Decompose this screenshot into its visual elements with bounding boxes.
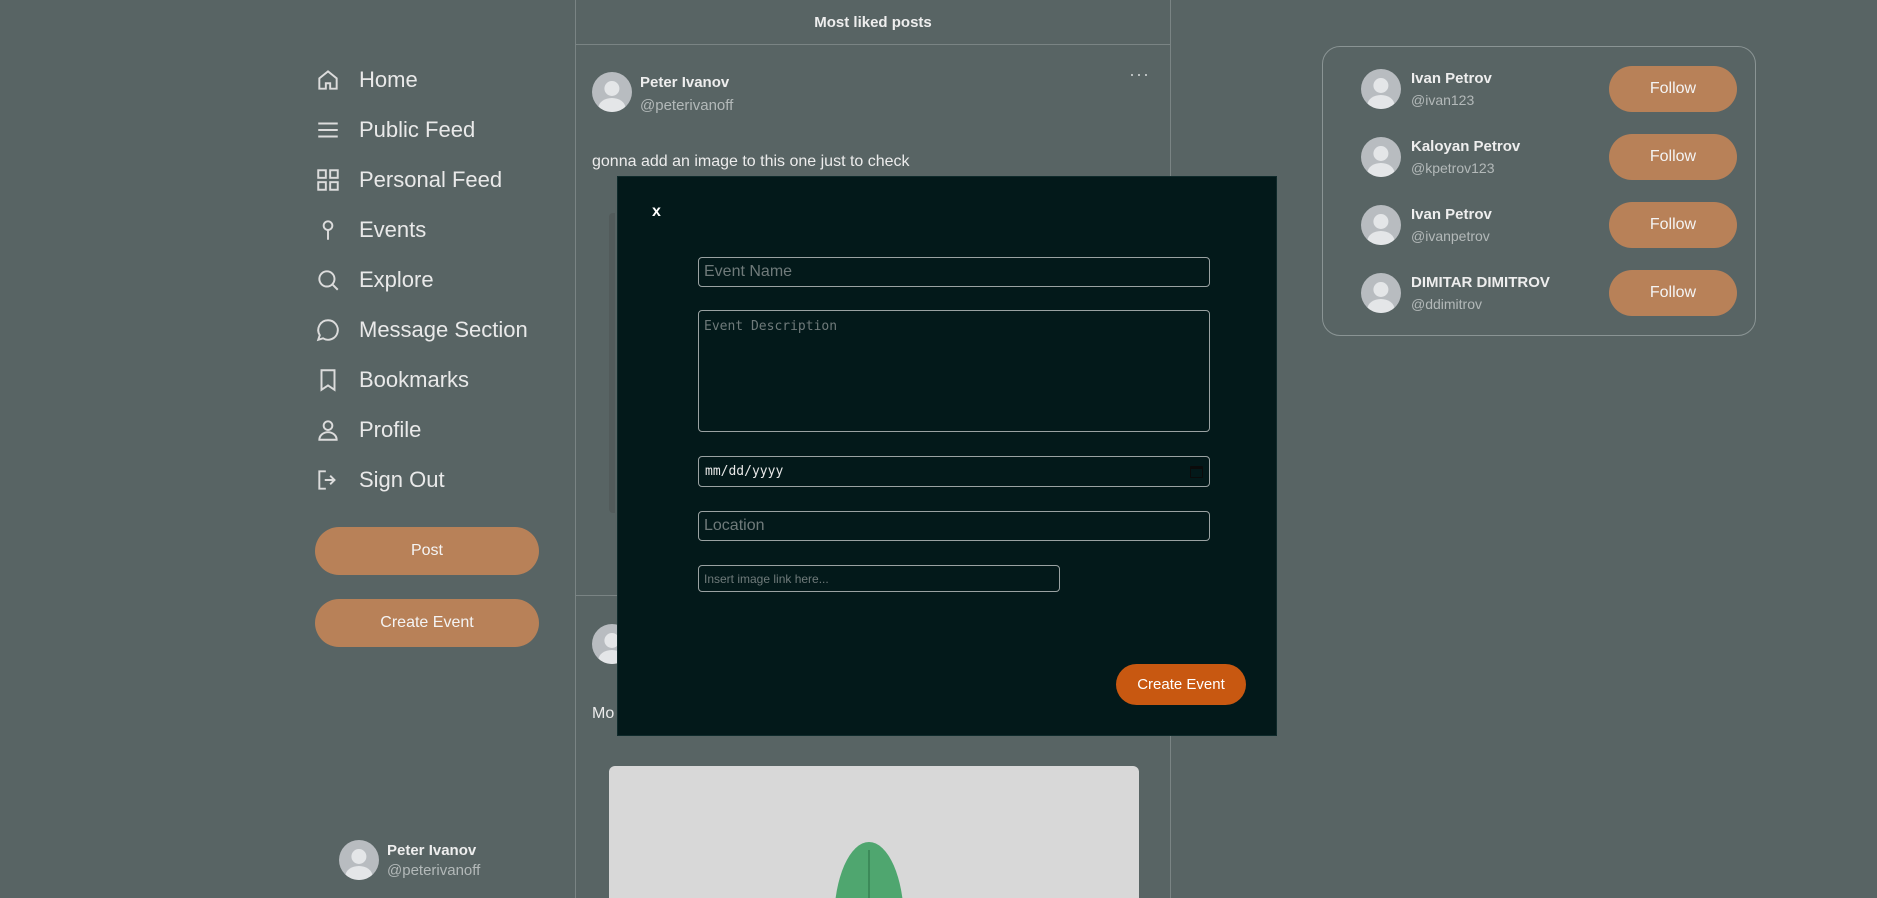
- nav-item-label: Home: [359, 67, 418, 92]
- nav-item-profile[interactable]: Profile: [315, 405, 555, 455]
- post-author-handle: @peterivanoff: [640, 97, 734, 114]
- avatar[interactable]: [1361, 273, 1401, 313]
- avatar[interactable]: [1361, 137, 1401, 177]
- follow-button[interactable]: Follow: [1609, 202, 1737, 248]
- nav-item-bookmarks[interactable]: Bookmarks: [315, 355, 555, 405]
- create-event-modal: x mm/dd/yyyy Create Event: [617, 176, 1277, 736]
- current-user-card[interactable]: Peter Ivanov @peterivanoff: [339, 840, 480, 880]
- pin-icon: [315, 215, 359, 245]
- nav-item-events[interactable]: Events: [315, 205, 555, 255]
- location-input[interactable]: [698, 511, 1210, 541]
- nav-item-explore[interactable]: Explore: [315, 255, 555, 305]
- home-icon: [315, 65, 359, 95]
- follow-button[interactable]: Follow: [1609, 270, 1737, 316]
- suggestion-handle: @ddimitrov: [1411, 296, 1483, 312]
- follow-button[interactable]: Follow: [1609, 134, 1737, 180]
- post-author-name: Peter Ivanov: [640, 74, 730, 91]
- follow-suggestion: Kaloyan Petrov @kpetrov123 Follow: [1361, 134, 1737, 180]
- event-name-input[interactable]: [698, 257, 1210, 287]
- suggestion-name: Ivan Petrov: [1411, 70, 1492, 87]
- event-description-input[interactable]: [698, 310, 1210, 432]
- follow-suggestion: Ivan Petrov @ivan123 Follow: [1361, 66, 1737, 112]
- suggestion-handle: @ivanpetrov: [1411, 228, 1490, 244]
- suggestion-name: Ivan Petrov: [1411, 206, 1492, 223]
- follow-suggestion: DIMITAR DIMITROV @ddimitrov Follow: [1361, 270, 1737, 316]
- post-text: Mo: [592, 705, 615, 722]
- nav-item-label: Personal Feed: [359, 167, 503, 192]
- nav-item-label: Profile: [359, 417, 422, 442]
- avatar: [339, 840, 379, 880]
- nav-item-personal-feed[interactable]: Personal Feed: [315, 155, 555, 205]
- sign-out-icon: [315, 465, 359, 495]
- post-image[interactable]: [609, 213, 615, 513]
- menu-icon: [315, 115, 359, 145]
- post-image[interactable]: [609, 766, 1139, 898]
- post-author[interactable]: Peter Ivanov @peterivanoff: [592, 72, 733, 114]
- nav-item-home[interactable]: Home: [315, 55, 555, 105]
- nav-item-label: Events: [359, 217, 427, 242]
- post-button[interactable]: Post: [315, 527, 539, 575]
- grid-icon: [315, 165, 359, 195]
- nav-item-public-feed[interactable]: Public Feed: [315, 105, 555, 155]
- post-text: gonna add an image to this one just to c…: [592, 153, 910, 170]
- nav-item-label: Explore: [359, 267, 434, 292]
- search-icon: [315, 265, 359, 295]
- current-user-handle: @peterivanoff: [387, 861, 481, 879]
- suggestion-name: DIMITAR DIMITROV: [1411, 274, 1550, 291]
- feed-title: Most liked posts: [576, 0, 1170, 45]
- suggestion-handle: @kpetrov123: [1411, 160, 1495, 176]
- suggestion-name: Kaloyan Petrov: [1411, 138, 1521, 155]
- date-placeholder: mm/dd/yyyy: [705, 464, 784, 479]
- nav-item-label: Sign Out: [359, 467, 445, 492]
- suggestion-handle: @ivan123: [1411, 92, 1475, 108]
- calendar-icon[interactable]: [1190, 465, 1203, 478]
- create-event-submit-button[interactable]: Create Event: [1116, 664, 1246, 705]
- close-button[interactable]: x: [652, 203, 661, 221]
- current-user-name: Peter Ivanov: [387, 841, 477, 859]
- nav-item-message-section[interactable]: Message Section: [315, 305, 555, 355]
- follow-button[interactable]: Follow: [1609, 66, 1737, 112]
- sidebar-nav: Home Public Feed Personal Feed Events Ex…: [315, 55, 555, 505]
- nav-item-sign-out[interactable]: Sign Out: [315, 455, 555, 505]
- avatar: [592, 72, 632, 112]
- avatar[interactable]: [1361, 205, 1401, 245]
- who-to-follow: Ivan Petrov @ivan123 Follow Kaloyan Petr…: [1322, 46, 1756, 336]
- bookmark-icon: [315, 365, 359, 395]
- event-date-input[interactable]: mm/dd/yyyy: [698, 456, 1210, 487]
- message-icon: [315, 315, 359, 345]
- nav-item-label: Public Feed: [359, 117, 476, 142]
- nav-item-label: Message Section: [359, 317, 528, 342]
- avatar[interactable]: [1361, 69, 1401, 109]
- more-options-icon[interactable]: ···: [1129, 64, 1150, 85]
- user-icon: [315, 415, 359, 445]
- image-link-input[interactable]: [698, 565, 1060, 592]
- nav-item-label: Bookmarks: [359, 367, 470, 392]
- leaf-logo-image: [834, 842, 904, 898]
- create-event-button[interactable]: Create Event: [315, 599, 539, 647]
- follow-suggestion: Ivan Petrov @ivanpetrov Follow: [1361, 202, 1737, 248]
